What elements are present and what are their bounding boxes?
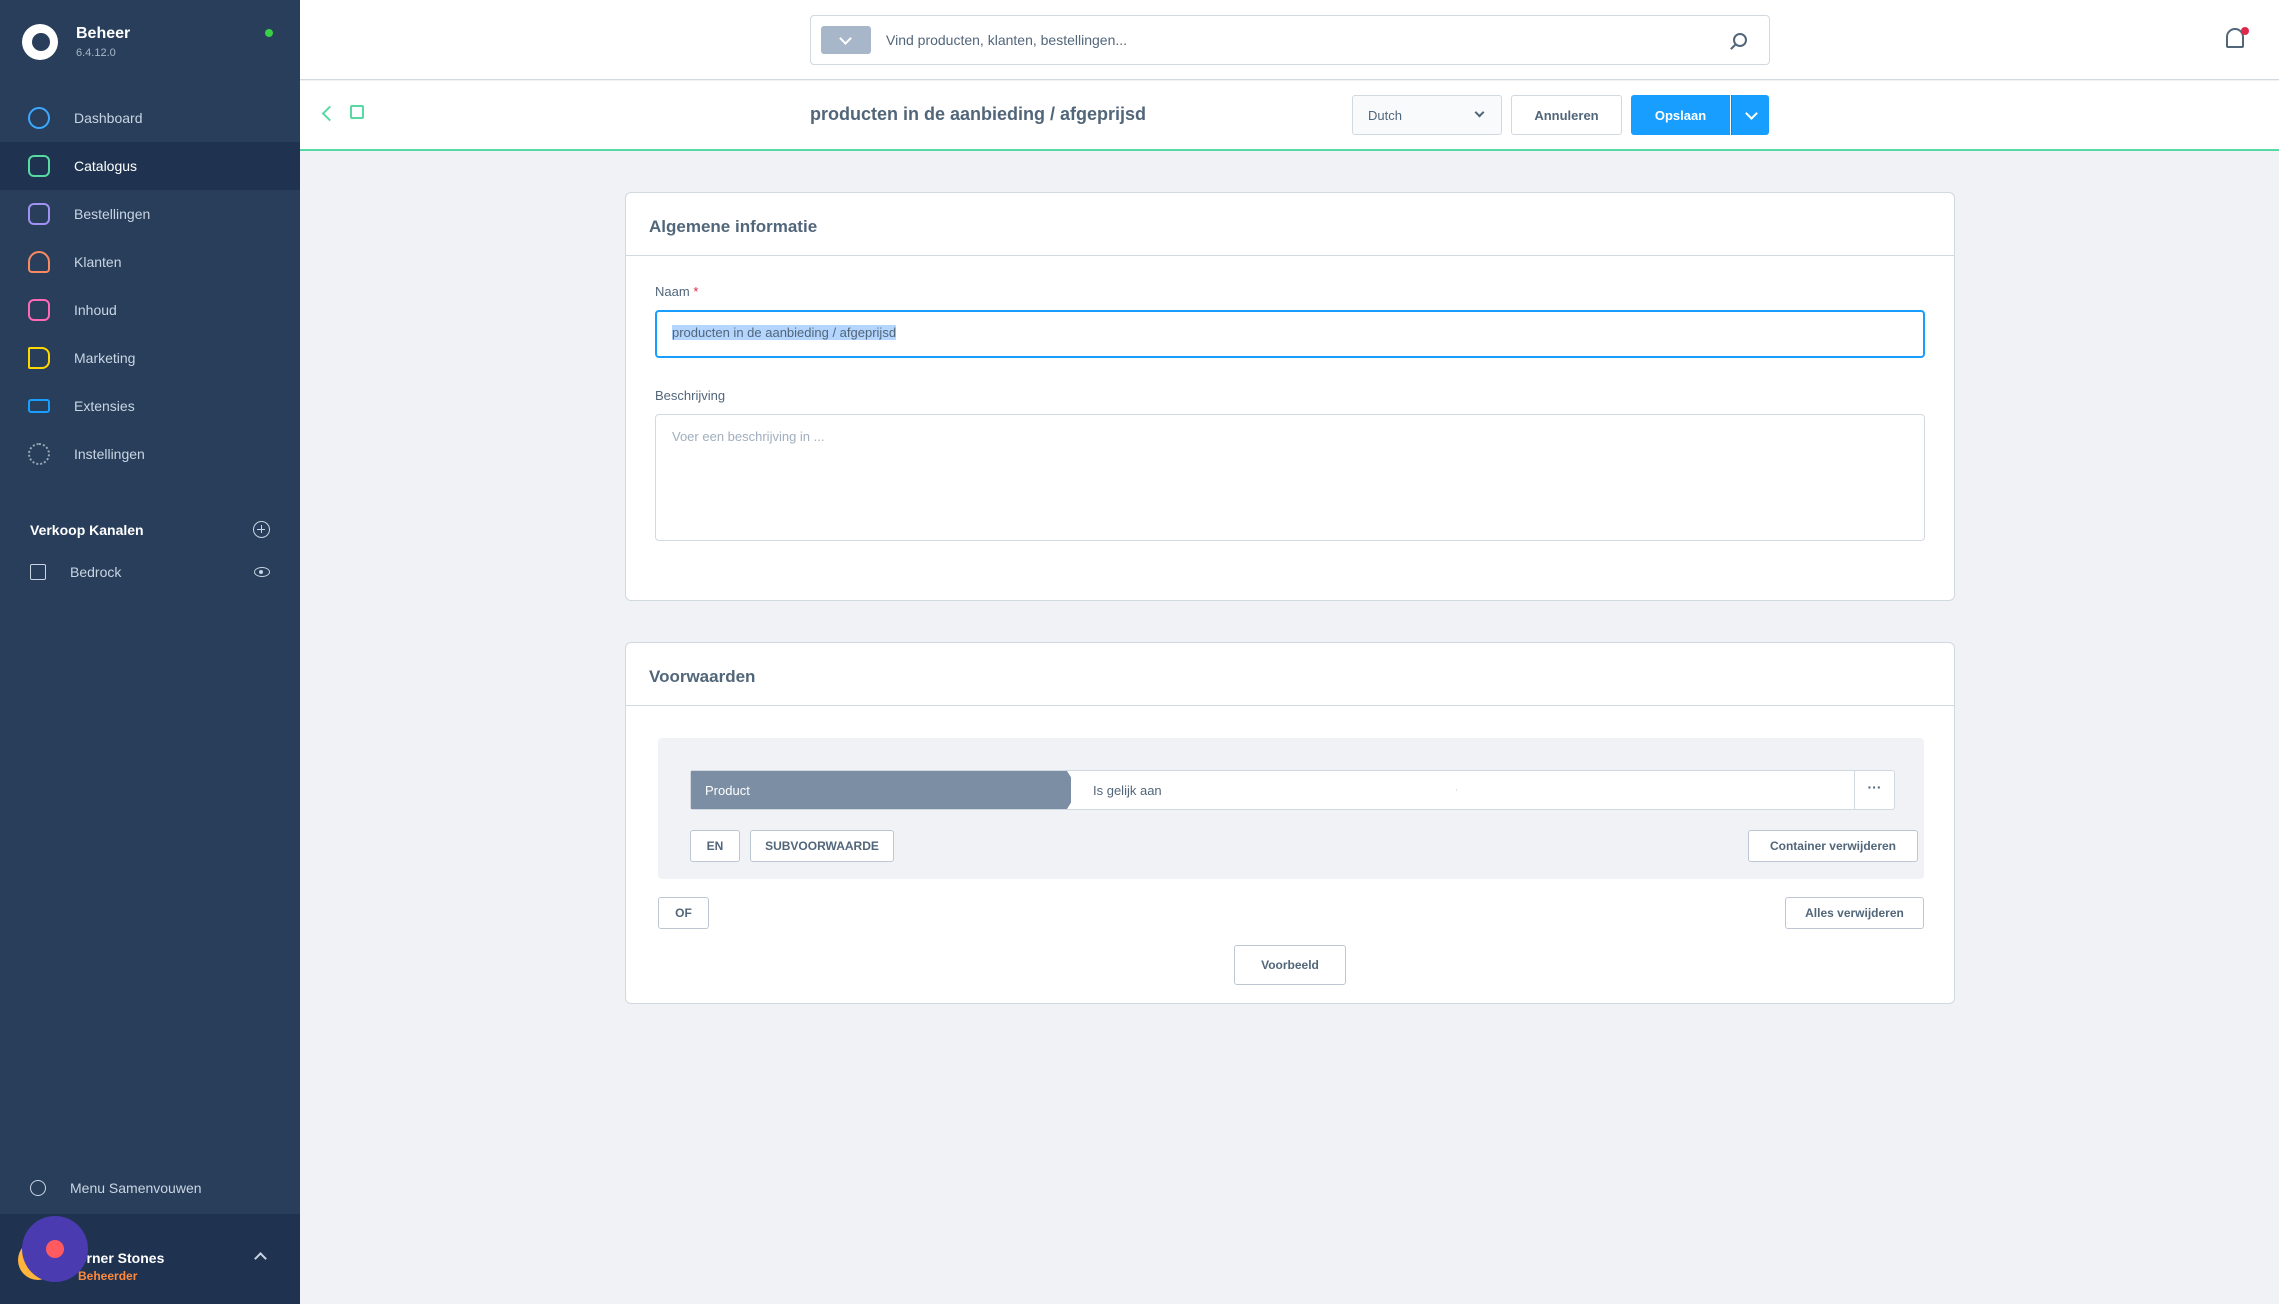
storefront-icon — [30, 564, 46, 580]
catalog-icon — [28, 155, 50, 177]
settings-icon — [28, 443, 50, 465]
eye-icon[interactable] — [254, 567, 270, 577]
record-button[interactable] — [22, 1216, 88, 1282]
nav-label: Bestellingen — [74, 206, 151, 222]
condition-operator-select[interactable]: Is gelijk aan — [1067, 771, 1457, 809]
nav-label: Extensies — [74, 398, 135, 414]
name-input[interactable]: producten in de aanbieding / afgeprijsd — [655, 310, 1925, 358]
condition-field-select[interactable]: Product — [691, 771, 1071, 809]
sales-channel-item[interactable]: Bedrock — [30, 564, 270, 580]
general-info-card: Algemene informatie Naam * producten in … — [625, 192, 1955, 601]
copy-icon[interactable] — [350, 105, 364, 119]
description-label: Beschrijving — [655, 388, 726, 403]
nav-item-extensions[interactable]: Extensies — [0, 382, 300, 430]
language-value: Dutch — [1368, 108, 1402, 123]
sales-channel-label: Bedrock — [70, 564, 122, 580]
shopware-logo-icon — [22, 24, 58, 60]
dashboard-icon — [28, 107, 50, 129]
nav-item-orders[interactable]: Bestellingen — [0, 190, 300, 238]
nav-item-customers[interactable]: Klanten — [0, 238, 300, 286]
save-button[interactable]: Opslaan — [1631, 95, 1730, 135]
chevron-up-icon[interactable] — [254, 1252, 267, 1265]
nav-label: Instellingen — [74, 446, 145, 462]
condition-row: Product Is gelijk aan ··· — [690, 770, 1895, 810]
or-button[interactable]: OF — [658, 897, 709, 929]
brand[interactable]: Beheer 6.4.12.0 — [22, 24, 130, 60]
add-channel-icon[interactable] — [253, 521, 270, 538]
orders-icon — [28, 203, 50, 225]
online-status-icon — [265, 29, 273, 37]
subcondition-button[interactable]: SUBVOORWAARDE — [750, 830, 894, 862]
cancel-button[interactable]: Annuleren — [1511, 95, 1622, 135]
condition-container: Product Is gelijk aan ··· EN SUBVOORWAAR… — [658, 738, 1924, 879]
search-input[interactable] — [886, 32, 1733, 48]
user-name: orner Stones — [78, 1250, 165, 1266]
nav-item-dashboard[interactable]: Dashboard — [0, 94, 300, 142]
name-label: Naam * — [655, 284, 698, 299]
search-type-dropdown[interactable] — [821, 26, 871, 54]
more-options-icon[interactable]: ··· — [1854, 771, 1894, 809]
nav-item-marketing[interactable]: Marketing — [0, 334, 300, 382]
preview-button[interactable]: Voorbeeld — [1234, 945, 1346, 985]
remove-container-button[interactable]: Container verwijderen — [1748, 830, 1918, 862]
and-button[interactable]: EN — [690, 830, 740, 862]
card-title: Voorwaarden — [626, 643, 1954, 706]
extensions-icon — [28, 399, 50, 413]
remove-all-button[interactable]: Alles verwijderen — [1785, 897, 1924, 929]
top-bar — [300, 0, 2279, 80]
content-icon — [28, 299, 50, 321]
user-role: Beheerder — [78, 1269, 138, 1283]
sales-channels-title: Verkoop Kanalen — [30, 521, 144, 538]
nav-label: Marketing — [74, 350, 136, 366]
nav-label: Catalogus — [74, 158, 138, 174]
name-value: producten in de aanbieding / afgeprijsd — [672, 325, 897, 340]
save-options-button[interactable] — [1731, 95, 1769, 135]
nav-label: Inhoud — [74, 302, 117, 318]
page-title: producten in de aanbieding / afgeprijsd — [810, 104, 1147, 124]
nav-label: Klanten — [74, 254, 122, 270]
nav-item-settings[interactable]: Instellingen — [0, 430, 300, 478]
marketing-icon — [28, 347, 50, 369]
chevron-down-icon — [1474, 107, 1485, 118]
global-search — [810, 15, 1770, 65]
collapse-menu-label: Menu Samenvouwen — [70, 1180, 202, 1196]
conditions-card: Voorwaarden Product Is gelijk aan ··· EN… — [625, 642, 1955, 1004]
required-mark: * — [693, 284, 699, 299]
name-label-text: Naam — [655, 284, 690, 299]
nav-item-catalog[interactable]: Catalogus — [0, 142, 300, 190]
nav-item-content[interactable]: Inhoud — [0, 286, 300, 334]
smart-bar: producten in de aanbieding / afgeprijsd … — [300, 81, 2279, 151]
search-icon[interactable] — [1733, 33, 1747, 47]
notification-badge — [2241, 27, 2249, 35]
chevron-left-circle-icon — [30, 1180, 46, 1196]
nav-label: Dashboard — [74, 110, 143, 126]
sidebar: Beheer 6.4.12.0 Dashboard Catalogus Best… — [0, 0, 300, 1304]
brand-version: 6.4.12.0 — [76, 47, 116, 59]
brand-title: Beheer — [76, 25, 131, 42]
description-textarea[interactable]: Voer een beschrijving in ... — [655, 414, 1925, 541]
language-select[interactable]: Dutch — [1352, 95, 1502, 135]
back-arrow-icon[interactable] — [321, 105, 338, 122]
customers-icon — [28, 251, 50, 273]
collapse-menu-button[interactable]: Menu Samenvouwen — [30, 1180, 202, 1196]
sales-channels-heading: Verkoop Kanalen — [30, 521, 270, 538]
card-title: Algemene informatie — [626, 193, 1954, 256]
main-nav: Dashboard Catalogus Bestellingen Klanten… — [0, 94, 300, 478]
